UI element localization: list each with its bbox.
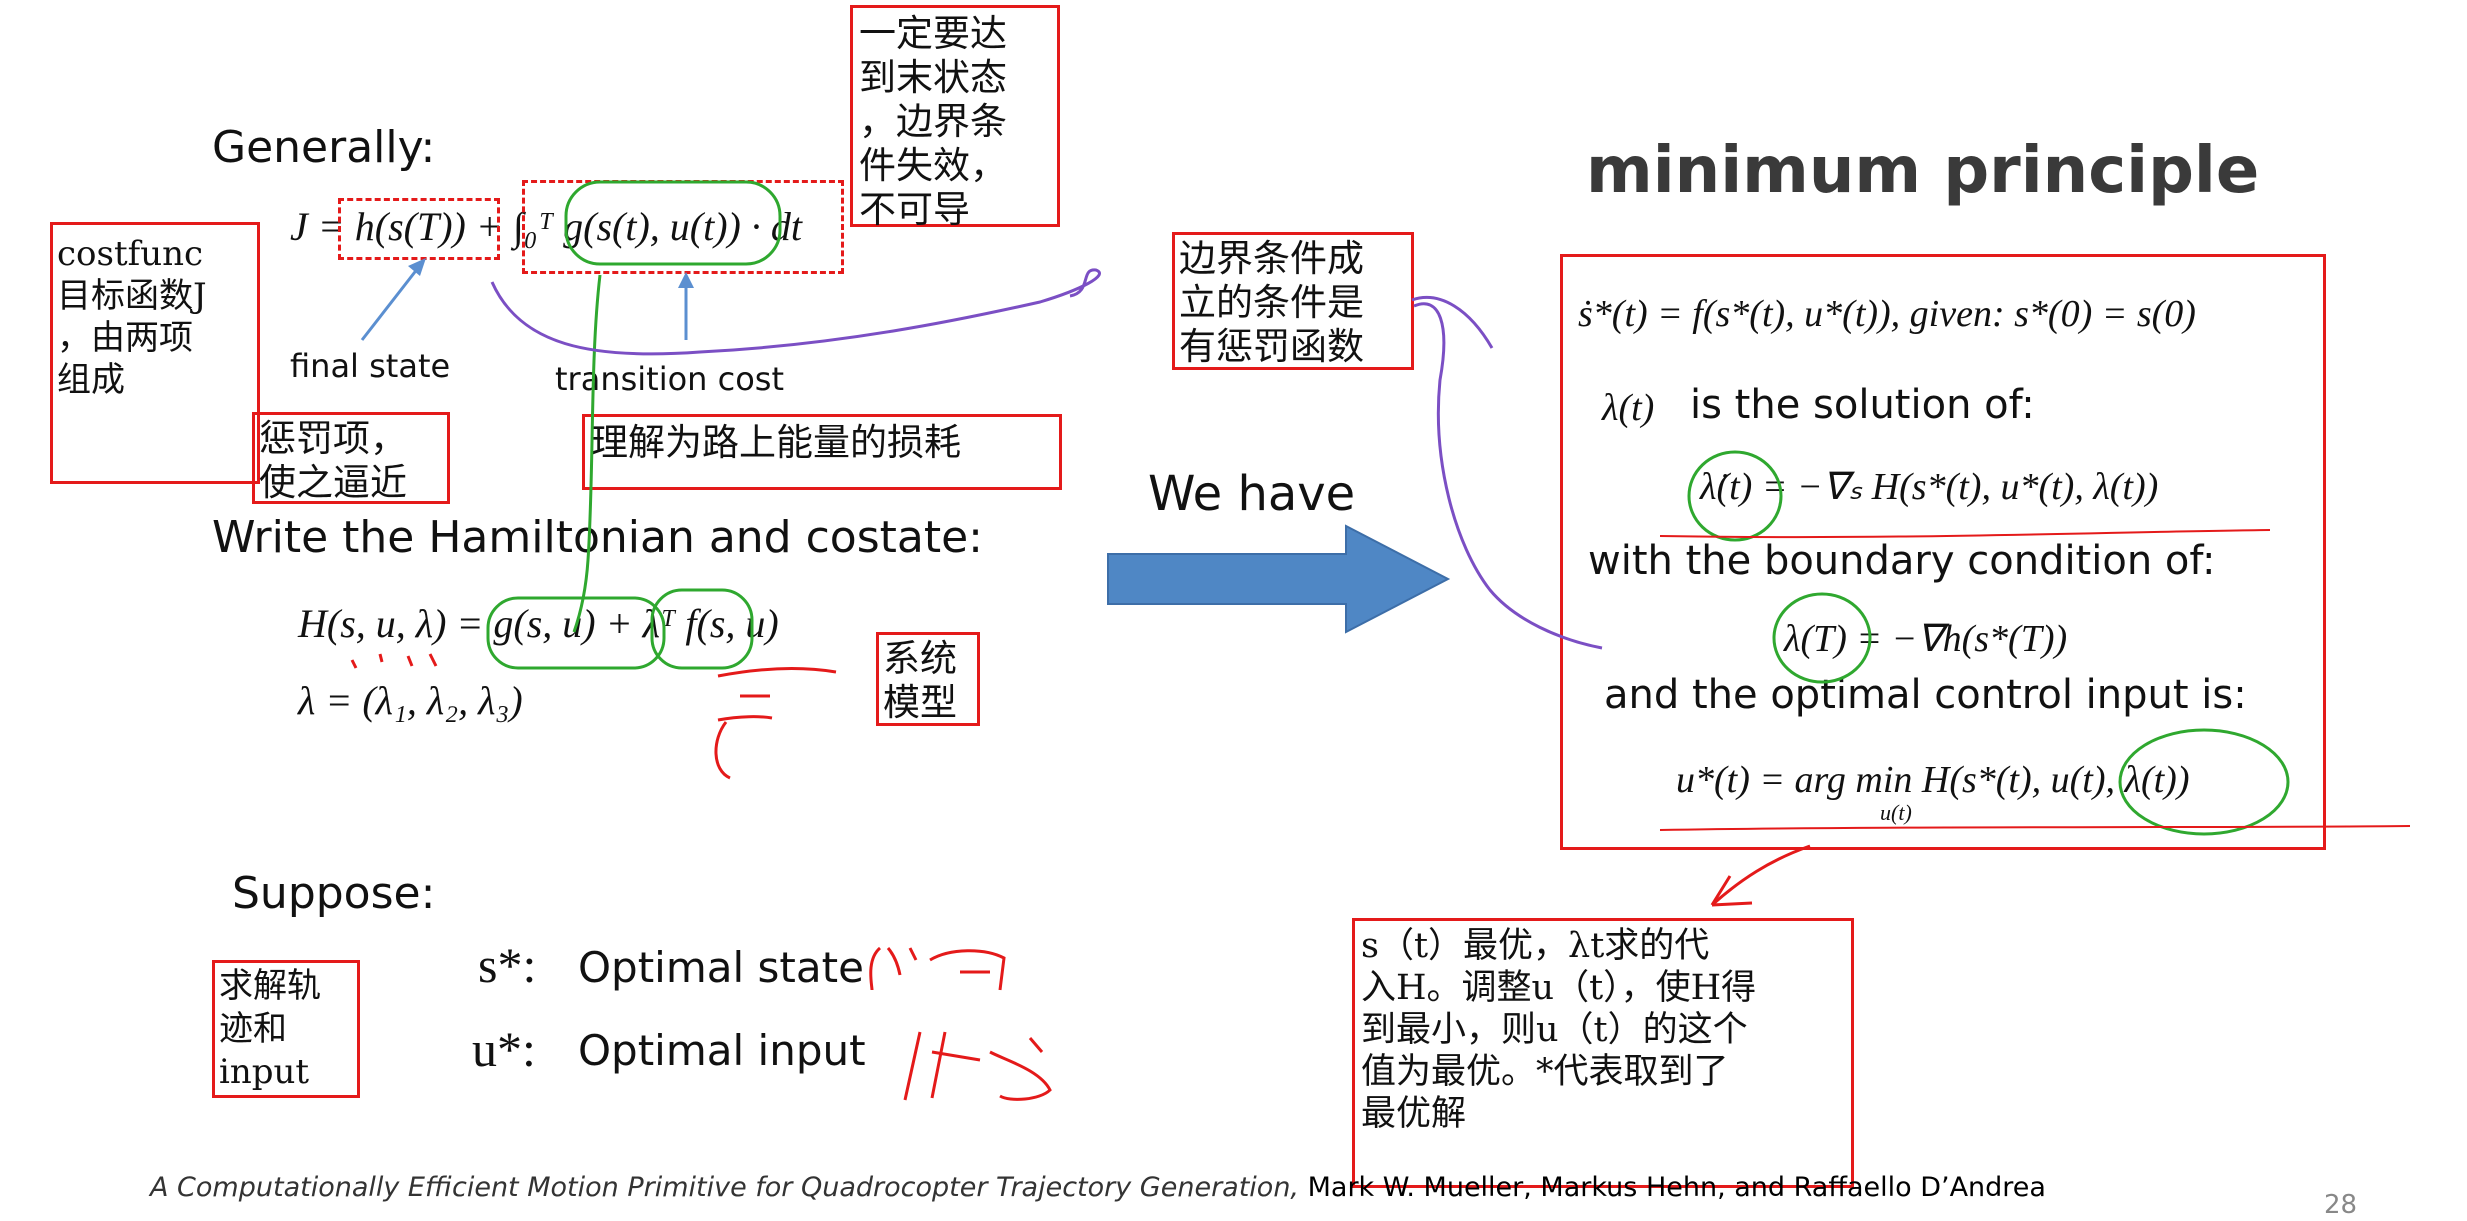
citation-authors: Mark W. Mueller, Markus Hehn, and Raffae… (1299, 1172, 2046, 1203)
handwriting-overlay (350, 180, 2411, 1101)
page-number: 28 (2324, 1190, 2358, 1220)
citation-paper-title: A Computationally Efficient Motion Primi… (150, 1172, 1300, 1203)
citation: A Computationally Efficient Motion Primi… (150, 1172, 2046, 1203)
